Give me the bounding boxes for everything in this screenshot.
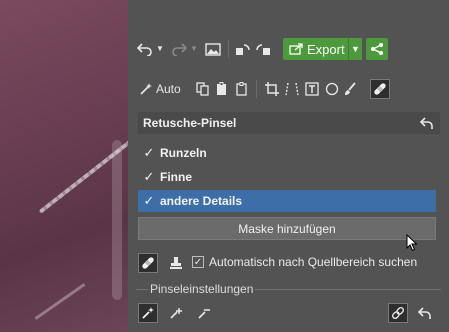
brush-star-icon: [142, 307, 154, 319]
stamp-icon: [170, 257, 182, 269]
retouch-panel-header: Retusche-Pinsel: [138, 112, 440, 134]
checkmark-icon[interactable]: ✓: [138, 169, 160, 185]
share-icon: [371, 43, 383, 55]
link-button[interactable]: [388, 303, 408, 323]
export-icon: [289, 42, 303, 56]
list-item-finne[interactable]: ✓ Finne: [138, 166, 436, 188]
bandage-icon: [142, 257, 154, 269]
brush-settings-label: Pinseleinstellungen: [148, 282, 256, 296]
vertical-scrollbar[interactable]: [112, 140, 122, 300]
brush-minus-button[interactable]: [194, 303, 214, 323]
retouch-panel-title: Retusche-Pinsel: [143, 116, 237, 130]
list-item-andere-details[interactable]: ✓ andere Details: [138, 190, 436, 212]
auto-wand-icon[interactable]: [138, 80, 154, 98]
redo-icon[interactable]: [170, 40, 188, 58]
undo-icon[interactable]: [136, 40, 154, 58]
reset-arrow-icon[interactable]: [418, 115, 434, 131]
list-item-label: andere Details: [160, 194, 243, 208]
bandage-icon: [374, 83, 386, 95]
photo-hair-strand-2: [34, 283, 86, 320]
radial-filter-icon[interactable]: [324, 80, 340, 98]
clone-stamp-button[interactable]: [166, 253, 186, 273]
brush-plus-icon: [170, 308, 182, 319]
export-dropdown-chevron-icon[interactable]: ▼: [348, 38, 362, 60]
crop-icon[interactable]: [264, 80, 280, 98]
toolbar-separator: [256, 80, 257, 98]
retouch-brush-tool-button[interactable]: [370, 79, 390, 99]
auto-source-option[interactable]: ✓ Automatisch nach Quellbereich suchen: [192, 253, 417, 271]
photo-canvas[interactable]: [0, 0, 128, 332]
link-icon: [391, 306, 405, 320]
checkmark-icon[interactable]: ✓: [138, 193, 160, 209]
share-button[interactable]: [366, 38, 388, 60]
brush-add-button[interactable]: [138, 303, 158, 323]
text-frame-icon[interactable]: [304, 80, 320, 98]
brush-plus-button[interactable]: [166, 303, 186, 323]
undo-history-chevron-icon[interactable]: ▼: [156, 42, 164, 56]
retouch-brush-mode-button[interactable]: [138, 253, 158, 273]
image-icon[interactable]: [204, 40, 222, 58]
checkmark-icon[interactable]: ✓: [138, 145, 160, 161]
brush-minus-icon: [198, 309, 210, 319]
paste-settings-icon[interactable]: [214, 80, 230, 98]
brush-icon[interactable]: [342, 80, 358, 98]
list-item-label: Runzeln: [160, 146, 207, 160]
compare-before-icon[interactable]: [234, 40, 252, 58]
list-item-runzeln[interactable]: ✓ Runzeln: [138, 142, 436, 164]
export-label: Export: [307, 41, 345, 57]
copy-settings-icon[interactable]: [194, 80, 210, 98]
auto-source-checkbox[interactable]: ✓: [192, 256, 204, 268]
perspective-icon[interactable]: [284, 80, 300, 98]
compare-after-icon[interactable]: [254, 40, 272, 58]
reset-brush-icon[interactable]: [416, 305, 432, 321]
add-mask-button[interactable]: Maske hinzufügen: [138, 217, 436, 240]
paste-special-icon[interactable]: [234, 80, 250, 98]
redo-history-chevron-icon[interactable]: ▼: [190, 42, 198, 56]
auto-source-label: Automatisch nach Quellbereich suchen: [209, 255, 418, 269]
auto-button[interactable]: Auto: [156, 80, 181, 98]
toolbar-separator: [228, 40, 229, 58]
list-item-label: Finne: [160, 170, 192, 184]
right-panel: ▼ ▼ Export ▼ Auto Retusche-Pinsel ✓ Runz…: [128, 0, 449, 332]
